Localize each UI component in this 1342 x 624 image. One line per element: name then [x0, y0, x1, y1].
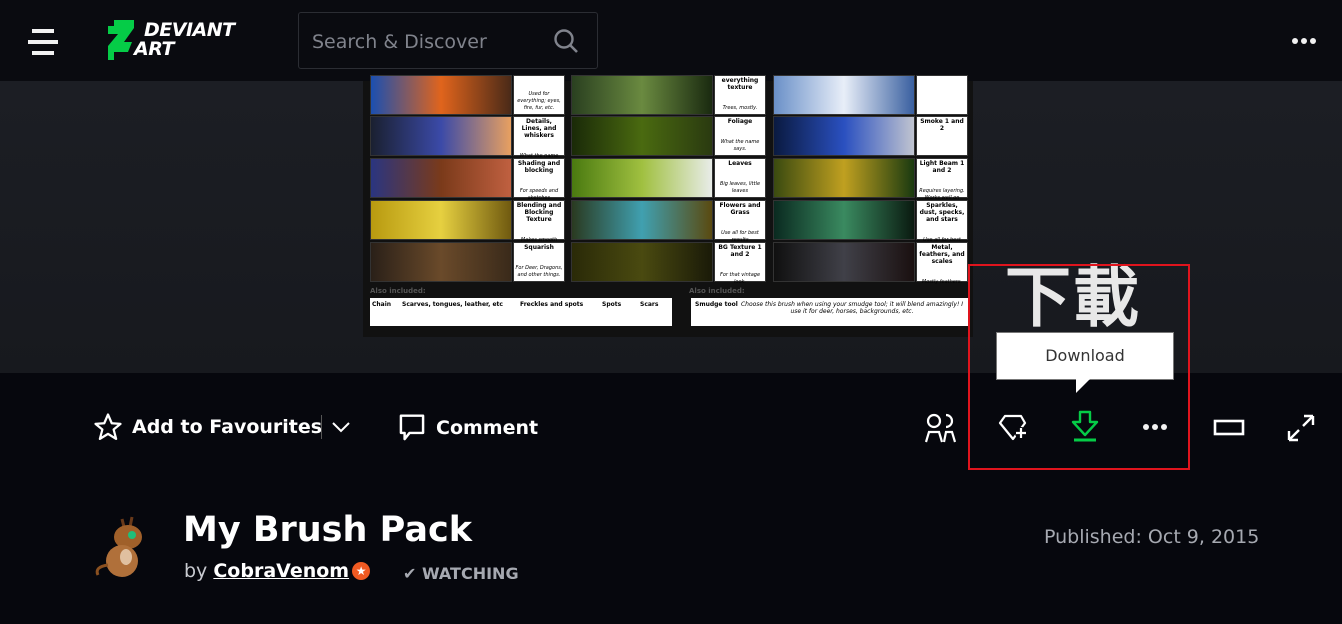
brush-label: everything texture Trees, mostly. — [714, 75, 766, 115]
add-to-favourites-button[interactable]: Add to Favourites — [92, 412, 322, 442]
brush-preview-panel — [773, 242, 915, 282]
brush-caption: Big leaves, little leaves — [719, 181, 761, 194]
star-icon — [94, 413, 122, 440]
author-link[interactable]: CobraVenom — [213, 560, 349, 582]
extra-brush-name: Freckles and spots — [520, 301, 584, 308]
brush-preview-panel — [571, 200, 713, 240]
brush-name: Leaves — [728, 160, 752, 167]
brush-label: Blending and Blocking Texture Makes smoot… — [513, 200, 565, 250]
hamburger-menu-icon[interactable] — [28, 29, 58, 55]
deviantart-logo[interactable]: DEVIANT ART — [108, 20, 248, 60]
brush-caption: For that vintage look. — [719, 272, 761, 285]
also-included-left: Chain Scarves, tongues, leather, etc Freck… — [370, 298, 672, 326]
brush-label: Light Beam 1 and 2 Requires layering. Wor… — [916, 158, 968, 215]
also-included-label: Also included: — [689, 287, 745, 295]
extra-brush-name: Chain — [372, 301, 392, 308]
theatre-mode-icon[interactable] — [1213, 418, 1247, 438]
brush-label: Flowers and Grass Use all for best result… — [714, 200, 766, 243]
brush-preview-panel — [571, 158, 713, 198]
fullscreen-icon[interactable] — [1285, 412, 1317, 444]
brush-name: Shading and blocking — [517, 160, 561, 174]
brush-label: Shading and blocking For speeds and sketc… — [513, 158, 565, 201]
extra-brush-name: Scarves, tongues, leather, etc — [402, 301, 503, 308]
brush-preview-panel — [773, 200, 915, 240]
author-avatar[interactable] — [92, 515, 150, 581]
brush-label — [916, 75, 968, 115]
brush-caption: What the name says. — [720, 139, 760, 152]
artwork-image[interactable]: Used for everything; eyes, fire, fur, et… — [363, 75, 973, 337]
comment-icon — [399, 414, 425, 441]
search-placeholder: Search & Discover — [312, 31, 487, 53]
brush-name: Smoke 1 and 2 — [920, 118, 964, 132]
author-line: by CobraVenom ★ — [184, 560, 371, 582]
brush-name: Metal, feathers, and scales — [919, 244, 965, 265]
brush-label: Sparkles, dust, specks, and stars Use all… — [916, 200, 968, 250]
divider — [321, 415, 322, 439]
brush-name: everything texture — [721, 77, 759, 91]
brush-label: Smoke 1 and 2 — [916, 116, 968, 156]
published-date: Published: Oct 9, 2015 — [1044, 526, 1260, 548]
also-included-label: Also included: — [370, 287, 426, 295]
brush-preview-panel — [571, 75, 713, 115]
brush-caption: Trees, mostly. — [722, 105, 758, 111]
brush-preview-panel — [773, 75, 915, 115]
more-menu-icon[interactable] — [1292, 38, 1319, 44]
brush-name: Details, Lines, and whiskers — [521, 118, 557, 139]
brush-caption: Mostly feathers. — [921, 279, 963, 285]
brush-preview-panel — [773, 158, 915, 198]
extra-brush-name: Spots — [602, 301, 622, 308]
watchers-icon[interactable] — [924, 412, 958, 444]
brush-preview-panel — [370, 158, 512, 198]
brush-label: Foliage What the name says. — [714, 116, 766, 156]
brush-label: BG Texture 1 and 2 For that vintage look. — [714, 242, 766, 285]
brush-label: Squarish For Deer, Dragons, and other thi… — [513, 242, 565, 282]
chevron-down-icon[interactable] — [330, 418, 352, 436]
brush-caption: For Deer, Dragons, and other things. — [515, 265, 563, 278]
comment-button[interactable]: Comment — [397, 412, 538, 444]
brush-label: Details, Lines, and whiskers What the nam… — [513, 116, 565, 166]
brush-name: BG Texture 1 and 2 — [718, 244, 762, 258]
smudge-tool-label: Smudge tool — [695, 301, 738, 308]
smudge-tool-description: Choose this brush when using your smudge… — [740, 301, 964, 315]
extra-brush-name: Scars — [640, 301, 659, 308]
brush-label: Metal, feathers, and scales Mostly feathe… — [916, 242, 968, 285]
brush-caption: Used for everything; eyes, fire, fur, et… — [517, 91, 561, 111]
brush-preview-panel — [773, 116, 915, 156]
brush-preview-panel — [370, 200, 512, 240]
search-icon[interactable] — [553, 28, 579, 54]
brush-label: Leaves Big leaves, little leaves — [714, 158, 766, 198]
watching-button[interactable]: ✔ WATCHING — [403, 564, 519, 583]
brush-preview-panel — [571, 116, 713, 156]
brush-name: Foliage — [727, 118, 753, 125]
brush-preview-panel — [370, 242, 512, 282]
brush-preview-panel — [370, 116, 512, 156]
checkmark-icon: ✔ — [403, 564, 417, 583]
deviation-title: My Brush Pack — [183, 510, 472, 550]
top-header: DEVIANT ART Search & Discover — [0, 0, 1342, 81]
deviantart-logo-icon — [108, 20, 134, 60]
search-input[interactable]: Search & Discover — [298, 12, 598, 69]
annotation-highlight-box — [968, 264, 1190, 470]
core-member-badge-icon: ★ — [352, 562, 371, 580]
brush-name: Squarish — [524, 244, 554, 251]
brush-name: Blending and Blocking Texture — [516, 202, 562, 223]
brush-name: Light Beam 1 and 2 — [919, 160, 965, 174]
brush-preview-panel — [370, 75, 512, 115]
brush-preview-panel — [571, 242, 713, 282]
brush-name: Sparkles, dust, specks, and stars — [919, 202, 965, 223]
brush-name: Flowers and Grass — [719, 202, 761, 216]
brush-label: Used for everything; eyes, fire, fur, et… — [513, 75, 565, 115]
also-included-right: Smudge tool Choose this brush when using … — [691, 298, 969, 326]
